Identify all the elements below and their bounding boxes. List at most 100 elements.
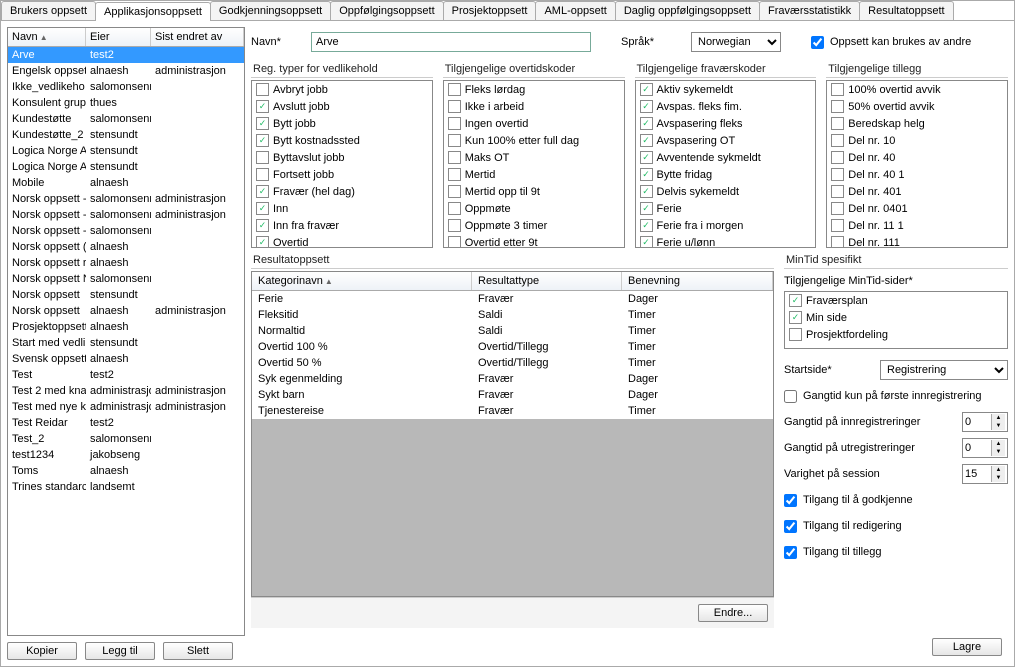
checkbox-icon[interactable] <box>256 151 269 164</box>
table-row[interactable]: Test med nye kadministrasjoadministrasjo… <box>8 399 244 415</box>
table-row[interactable]: Overtid 50 %Overtid/TilleggTimer <box>252 355 773 371</box>
tab-applikasjonsoppsett[interactable]: Applikasjonsoppsett <box>95 2 211 21</box>
list-item[interactable]: Del nr. 40 <box>827 149 1007 166</box>
table-row[interactable]: Norsk oppsettstensundt <box>8 287 244 303</box>
checkbox-icon[interactable] <box>256 117 269 130</box>
checkbox-icon[interactable] <box>831 100 844 113</box>
list-item[interactable]: Delvis sykemeldt <box>636 183 816 200</box>
list-item[interactable]: Del nr. 111 <box>827 234 1007 248</box>
table-row[interactable]: NormaltidSaldiTimer <box>252 323 773 339</box>
tilgang-godk-checkbox[interactable] <box>784 494 797 507</box>
table-row[interactable]: Sykt barnFraværDager <box>252 387 773 403</box>
checkbox-icon[interactable] <box>831 117 844 130</box>
tilgang-red-checkbox[interactable] <box>784 520 797 533</box>
tab-daglig-oppfølgingsoppsett[interactable]: Daglig oppfølgingsoppsett <box>615 1 760 20</box>
checkbox-icon[interactable] <box>640 134 653 147</box>
checkbox-icon[interactable] <box>448 185 461 198</box>
table-row[interactable]: Norsk oppsett -salomonsenr <box>8 223 244 239</box>
table-row[interactable]: Prosjektoppsettalnaesh <box>8 319 244 335</box>
table-row[interactable]: TjenestereiseFraværTimer <box>252 403 773 419</box>
checkbox-icon[interactable] <box>448 219 461 232</box>
list-item[interactable]: Bytt kostnadssted <box>252 132 432 149</box>
checkbox-icon[interactable] <box>448 151 461 164</box>
list-item[interactable]: Avspas. fleks fim. <box>636 98 816 115</box>
table-row[interactable]: test1234jakobseng <box>8 447 244 463</box>
checkbox-icon[interactable] <box>640 236 653 248</box>
table-row[interactable]: FerieFraværDager <box>252 291 773 307</box>
checkbox-icon[interactable] <box>831 202 844 215</box>
list-item[interactable]: Overtid <box>252 234 432 248</box>
table-row[interactable]: FleksitidSaldiTimer <box>252 307 773 323</box>
checkbox-icon[interactable] <box>448 236 461 248</box>
tilgang-til-checkbox[interactable] <box>784 546 797 559</box>
list-item[interactable]: Ferie u/lønn <box>636 234 816 248</box>
list-item[interactable]: Ikke i arbeid <box>444 98 624 115</box>
table-row[interactable]: Norsk oppsett -salomonsenradministrasjon <box>8 207 244 223</box>
checkbox-icon[interactable] <box>640 168 653 181</box>
endre-button[interactable]: Endre... <box>698 604 768 622</box>
list-item[interactable]: Avbryt jobb <box>252 81 432 98</box>
checkbox-icon[interactable] <box>448 83 461 96</box>
table-row[interactable]: Test_2salomonsenr <box>8 431 244 447</box>
checkbox-icon[interactable] <box>831 185 844 198</box>
slett-button[interactable]: Slett <box>163 642 233 660</box>
spin-down-icon[interactable]: ▼ <box>992 422 1005 430</box>
list-item[interactable]: 100% overtid avvik <box>827 81 1007 98</box>
gangtid-ut-spinner[interactable]: ▲▼ <box>962 438 1008 458</box>
table-row[interactable]: Svensk oppsettalnaesh <box>8 351 244 367</box>
table-row[interactable]: Norsk oppsett (alnaesh <box>8 239 244 255</box>
startside-select[interactable]: Registrering <box>880 360 1008 380</box>
list-item[interactable]: Prosjektfordeling <box>785 326 1007 343</box>
checkbox-icon[interactable] <box>831 151 844 164</box>
tab-godkjenningsoppsett[interactable]: Godkjenningsoppsett <box>210 1 331 20</box>
checkbox-icon[interactable] <box>640 100 653 113</box>
checkbox-icon[interactable] <box>448 134 461 147</box>
checkbox-icon[interactable] <box>640 83 653 96</box>
list-item[interactable]: Overtid etter 9t <box>444 234 624 248</box>
list-item[interactable]: Avventende sykmeldt <box>636 149 816 166</box>
list-item[interactable]: Avspasering fleks <box>636 115 816 132</box>
table-row[interactable]: Norsk oppsett Nsalomonsenr <box>8 271 244 287</box>
list-item[interactable]: Fortsett jobb <box>252 166 432 183</box>
spin-down-icon[interactable]: ▼ <box>992 448 1005 456</box>
checkbox-icon[interactable] <box>256 134 269 147</box>
list-item[interactable]: Mertid <box>444 166 624 183</box>
tab-oppfølgingsoppsett[interactable]: Oppfølgingsoppsett <box>330 1 443 20</box>
table-row[interactable]: Konsulent gruppthues <box>8 95 244 111</box>
table-row[interactable]: Norsk oppsett ralnaesh <box>8 255 244 271</box>
result-header[interactable]: Kategorinavn▲ Resultattype Benevning <box>252 272 773 291</box>
checkbox-icon[interactable] <box>831 219 844 232</box>
checkbox-icon[interactable] <box>640 117 653 130</box>
list-item[interactable]: Fleks lørdag <box>444 81 624 98</box>
table-row[interactable]: Trines standarclandsemt <box>8 479 244 495</box>
table-row[interactable]: Test 2 med knaadministrasjoadministrasjo… <box>8 383 244 399</box>
list-item[interactable]: Oppmøte 3 timer <box>444 217 624 234</box>
checkbox-icon[interactable] <box>831 134 844 147</box>
checkbox-icon[interactable] <box>256 219 269 232</box>
table-row[interactable]: Tomsalnaesh <box>8 463 244 479</box>
table-row[interactable]: Logica Norge Astensundt <box>8 159 244 175</box>
checkbox-icon[interactable] <box>640 219 653 232</box>
checkbox-icon[interactable] <box>789 311 802 324</box>
varighet-spinner[interactable]: ▲▼ <box>962 464 1008 484</box>
spin-up-icon[interactable]: ▲ <box>992 440 1005 448</box>
list-item[interactable]: Del nr. 40 1 <box>827 166 1007 183</box>
checkbox-icon[interactable] <box>256 236 269 248</box>
tab-aml-oppsett[interactable]: AML-oppsett <box>535 1 615 20</box>
list-item[interactable]: Avslutt jobb <box>252 98 432 115</box>
list-item[interactable]: Del nr. 401 <box>827 183 1007 200</box>
list-item[interactable]: Del nr. 11 1 <box>827 217 1007 234</box>
list-item[interactable]: Inn <box>252 200 432 217</box>
list-item[interactable]: Ferie <box>636 200 816 217</box>
checkbox-icon[interactable] <box>831 83 844 96</box>
table-row[interactable]: Norsk oppsettalnaeshadministrasjon <box>8 303 244 319</box>
checkbox-icon[interactable] <box>256 168 269 181</box>
list-item[interactable]: Fravær (hel dag) <box>252 183 432 200</box>
gangtid-forste-checkbox[interactable] <box>784 390 797 403</box>
table-row[interactable]: Start med vedlikstensundt <box>8 335 244 351</box>
checkbox-icon[interactable] <box>256 202 269 215</box>
list-item[interactable]: Bytt jobb <box>252 115 432 132</box>
list-item[interactable]: Ferie fra i morgen <box>636 217 816 234</box>
list-item[interactable]: Byttavslut jobb <box>252 149 432 166</box>
tab-brukers-oppsett[interactable]: Brukers oppsett <box>1 1 96 20</box>
